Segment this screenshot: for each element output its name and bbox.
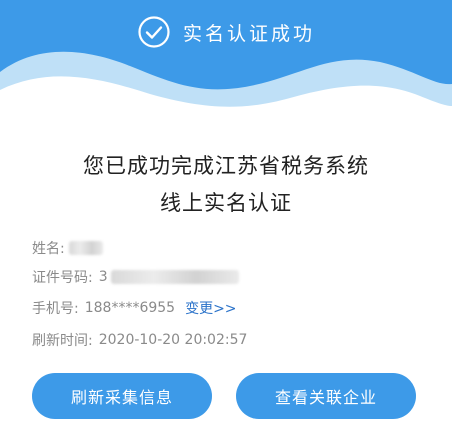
phone-row: 手机号: 188****6955 变更>> <box>32 298 237 318</box>
phone-value: 188****6955 <box>84 300 176 316</box>
name-label: 姓名: <box>32 241 65 257</box>
name-row: 姓名: <box>32 238 103 258</box>
header-title: 实名认证成功 <box>182 22 315 45</box>
header-title-row: 实名认证成功 <box>0 12 452 52</box>
id-number-redacted-value <box>110 270 239 284</box>
view-related-companies-button[interactable]: 查看关联企业 <box>236 373 416 419</box>
id-number-label: 证件号码: <box>32 270 93 286</box>
refresh-time-row: 刷新时间: 2020-10-20 20:02:57 <box>32 330 247 350</box>
change-phone-link[interactable]: 变更>> <box>185 298 236 318</box>
refresh-info-button[interactable]: 刷新采集信息 <box>32 373 212 419</box>
refresh-time-label: 刷新时间: <box>32 333 93 349</box>
id-number-prefix: 3 <box>98 269 108 285</box>
check-circle-icon <box>138 16 170 48</box>
phone-label: 手机号: <box>32 301 79 317</box>
headline-line-1: 您已成功完成江苏省税务系统 <box>83 154 369 178</box>
id-number-row: 证件号码: 3 <box>32 267 239 287</box>
name-redacted-value <box>68 241 103 255</box>
headline-line-2: 线上实名认证 <box>160 191 292 215</box>
refresh-time-value: 2020-10-20 20:02:57 <box>98 332 248 348</box>
